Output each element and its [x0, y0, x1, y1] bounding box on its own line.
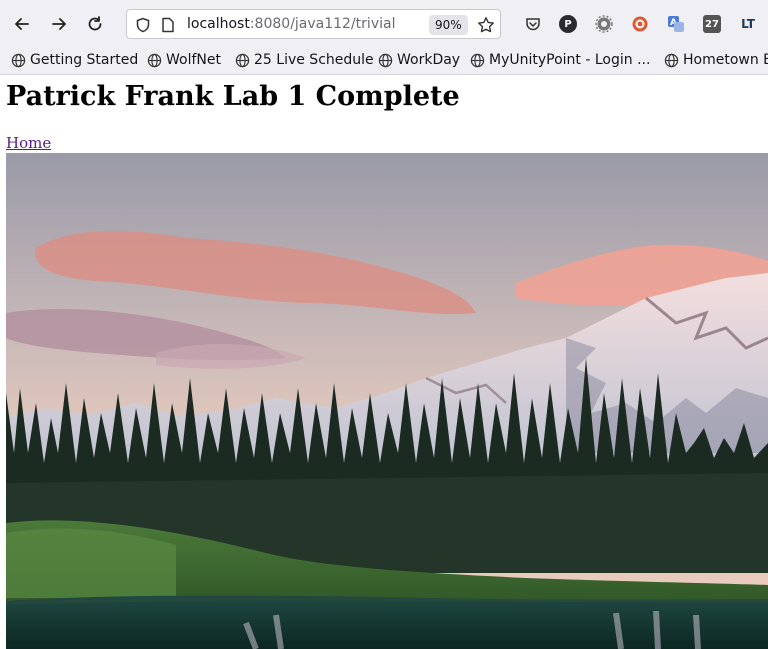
- reload-button[interactable]: [81, 10, 109, 38]
- back-button[interactable]: [8, 10, 36, 38]
- bookmark-label: WorkDay: [397, 52, 461, 68]
- globe-icon: [470, 53, 485, 67]
- forward-button[interactable]: [45, 10, 73, 38]
- bookmark-label: 25 Live Schedule: [254, 52, 374, 68]
- url-path: :8080/java112/trivial: [249, 16, 396, 32]
- url-bar[interactable]: localhost:8080/java112/trivial 90%: [126, 9, 501, 39]
- bookmark-hometown[interactable]: Hometown B: [664, 51, 768, 69]
- translate-icon[interactable]: A: [667, 15, 685, 33]
- bookmark-label: Getting Started: [30, 52, 139, 68]
- globe-icon: [235, 53, 250, 67]
- globe-icon: [147, 53, 162, 67]
- gear-icon: [595, 15, 613, 33]
- bookmark-25-live-schedule[interactable]: 25 Live Schedule: [235, 51, 374, 69]
- reload-icon: [88, 16, 102, 31]
- bookmark-workday[interactable]: WorkDay: [378, 51, 460, 69]
- bookmark-label: Hometown B: [683, 52, 768, 68]
- url-text[interactable]: localhost:8080/java112/trivial: [187, 16, 395, 32]
- page-title: Patrick Frank Lab 1 Complete: [6, 81, 460, 112]
- languagetool-icon[interactable]: LT: [739, 15, 757, 33]
- bookmark-label: WolfNet: [166, 52, 221, 68]
- globe-icon: [664, 53, 679, 67]
- bookmark-label: MyUnityPoint - Login ...: [489, 52, 651, 68]
- url-host: localhost: [187, 16, 250, 32]
- bookmark-getting-started[interactable]: Getting Started: [11, 51, 138, 69]
- arrow-left-icon: [15, 18, 29, 30]
- page-icon[interactable]: [161, 17, 175, 33]
- browser-toolbar: localhost:8080/java112/trivial 90% P A 2…: [0, 0, 768, 46]
- home-link[interactable]: Home: [6, 134, 51, 152]
- p-extension-label: P: [564, 18, 572, 30]
- translate-glyph: A: [668, 16, 684, 32]
- bookmarks-bar: Getting Started WolfNet 25 Live Schedule…: [0, 46, 768, 75]
- page-content: Patrick Frank Lab 1 Complete Home: [0, 75, 768, 649]
- duck-icon: [632, 16, 648, 32]
- calendar-27-icon[interactable]: 27: [703, 15, 721, 33]
- zoom-badge[interactable]: 90%: [429, 15, 468, 35]
- globe-icon: [378, 53, 393, 67]
- arrow-right-icon: [52, 18, 66, 30]
- settings-extension-icon[interactable]: [595, 15, 613, 33]
- bookmark-myunitypoint[interactable]: MyUnityPoint - Login ...: [470, 51, 650, 69]
- mountain-lake-image: [6, 153, 768, 649]
- star-icon[interactable]: [477, 16, 495, 34]
- globe-icon: [11, 53, 26, 67]
- languagetool-label: LT: [741, 17, 755, 31]
- pocket-glyph: [526, 18, 540, 31]
- calendar-27-label: 27: [705, 18, 719, 30]
- shield-icon[interactable]: [135, 17, 151, 33]
- duckduckgo-icon[interactable]: [631, 15, 649, 33]
- pocket-icon[interactable]: [524, 15, 542, 33]
- bookmark-wolfnet[interactable]: WolfNet: [147, 51, 221, 69]
- p-extension-icon[interactable]: P: [559, 15, 577, 33]
